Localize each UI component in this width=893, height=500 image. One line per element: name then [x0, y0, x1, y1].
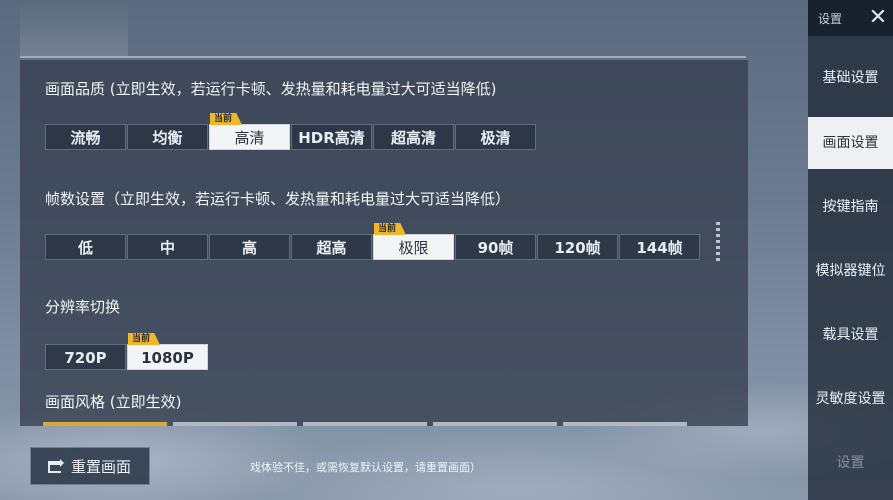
sidebar-item-emulator-keys[interactable]: 模拟器键位	[808, 245, 893, 297]
reset-graphics-button[interactable]: 重置画面	[30, 447, 150, 485]
fps-option-medium[interactable]: 中	[127, 234, 208, 260]
fps-option-120[interactable]: 120帧	[537, 234, 618, 260]
resolution-option-720p[interactable]: 720P	[45, 344, 126, 370]
quality-option-ultra-hd[interactable]: 超高清	[373, 124, 454, 150]
quality-option-balanced[interactable]: 均衡	[127, 124, 208, 150]
frame-rate-selector: 低 中 高 超高 当前 极限 90帧 120帧 144帧	[45, 223, 701, 260]
quality-option-extreme-hd[interactable]: 极清	[455, 124, 536, 150]
sidebar-header: 设置 ✕	[808, 0, 893, 36]
fps-option-ultra[interactable]: 超高	[291, 234, 372, 260]
sidebar-item-basic[interactable]: 基础设置	[808, 52, 893, 104]
style-option-5[interactable]	[563, 422, 687, 426]
quality-option-hd[interactable]: 当前 高清	[209, 113, 290, 150]
style-option-2[interactable]	[173, 422, 297, 426]
graphics-quality-selector: 流畅 均衡 当前 高清 HDR高清 超高清 极清	[45, 113, 537, 150]
graphics-style-title: 画面风格 (立即生效)	[45, 393, 182, 411]
top-tab-highlight	[20, 0, 128, 56]
style-option-4[interactable]	[433, 422, 557, 426]
resolution-option-1080p[interactable]: 当前 1080P	[127, 333, 208, 370]
quality-option-hdr-hd[interactable]: HDR高清	[291, 124, 372, 150]
sidebar-item-graphics[interactable]: 画面设置	[808, 117, 893, 169]
fps-option-high[interactable]: 高	[209, 234, 290, 260]
sidebar-title: 设置	[818, 12, 843, 26]
top-divider	[20, 56, 746, 58]
style-option-3[interactable]	[303, 422, 427, 426]
reset-hint-text: 戏体验不佳，或需恢复默认设置，请重置画面）	[250, 461, 481, 474]
settings-sidebar: 设置 ✕ 基础设置 画面设置 按键指南 模拟器键位 载具设置 灵敏度设置 设置	[808, 0, 893, 500]
sidebar-item-vehicle[interactable]: 载具设置	[808, 309, 893, 361]
graphics-style-options	[43, 422, 687, 426]
graphics-quality-title: 画面品质 (立即生效，若运行卡顿、发热量和耗电量过大可适当降低)	[45, 80, 497, 98]
sidebar-item-key-guide[interactable]: 按键指南	[808, 181, 893, 233]
fps-option-144[interactable]: 144帧	[619, 234, 700, 260]
sidebar-item-sensitivity[interactable]: 灵敏度设置	[808, 373, 893, 425]
style-option-1[interactable]	[43, 422, 167, 426]
sidebar-item-more[interactable]: 设置	[808, 437, 893, 489]
quality-option-smooth[interactable]: 流畅	[45, 124, 126, 150]
close-icon[interactable]: ✕	[866, 6, 890, 30]
fps-option-extreme[interactable]: 当前 极限	[373, 223, 454, 260]
options-scroll-indicator[interactable]	[716, 222, 720, 262]
fps-option-90[interactable]: 90帧	[455, 234, 536, 260]
frame-rate-title: 帧数设置（立即生效，若运行卡顿、发热量和耗电量过大可适当降低）	[45, 190, 511, 208]
reset-button-label: 重置画面	[71, 457, 132, 476]
fps-option-low[interactable]: 低	[45, 234, 126, 260]
reset-icon	[48, 459, 64, 473]
resolution-title: 分辨率切换	[45, 298, 121, 316]
resolution-selector: 720P 当前 1080P	[45, 333, 209, 370]
